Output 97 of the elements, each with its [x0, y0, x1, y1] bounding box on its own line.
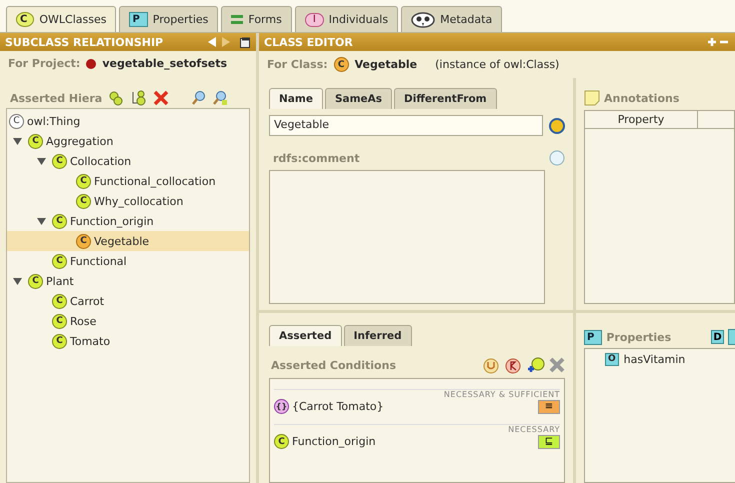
- class-name: Function_origin: [70, 214, 154, 228]
- class-icon: C: [52, 214, 67, 228]
- add-class-icon[interactable]: [527, 356, 545, 374]
- class-icon: C: [52, 154, 67, 168]
- globe-icon[interactable]: [549, 118, 565, 134]
- tree-item[interactable]: C Carrot: [7, 291, 249, 311]
- tab[interactable]: I Individuals: [294, 6, 398, 32]
- section-label: NECESSARY: [274, 424, 560, 434]
- class-icon: C: [28, 134, 43, 148]
- window-icon[interactable]: [240, 36, 251, 48]
- class-name: Plant: [46, 274, 74, 288]
- class-icon: C: [76, 174, 91, 188]
- expand-toggle-icon[interactable]: [13, 136, 25, 146]
- operator-button[interactable]: ≡: [538, 400, 560, 414]
- panel-title: SUBCLASS RELATIONSHIP: [5, 36, 164, 48]
- tree-item[interactable]: C Vegetable: [7, 231, 249, 251]
- comment-field[interactable]: [269, 170, 545, 304]
- class-name: Functional_collocation: [94, 174, 216, 188]
- class-name: owl:Thing: [27, 114, 80, 128]
- expand-toggle-icon[interactable]: [37, 216, 49, 226]
- search-icon[interactable]: [191, 90, 208, 106]
- individual-icon: I: [304, 12, 324, 26]
- tree-item[interactable]: C Rose: [7, 311, 249, 331]
- tab[interactable]: P Properties: [119, 6, 218, 32]
- tree-item[interactable]: C Aggregation: [7, 131, 249, 151]
- tree-item[interactable]: C Function_origin: [7, 211, 249, 231]
- condition-text[interactable]: {Carrot Tomato}: [292, 400, 384, 413]
- class-name: Why_collocation: [94, 194, 184, 208]
- navigation-arrows-icon[interactable]: [208, 37, 232, 47]
- tab[interactable]: Metadata: [401, 6, 502, 32]
- class-icon: C: [76, 234, 91, 248]
- add-remove-icon[interactable]: [708, 37, 730, 47]
- class-name: Carrot: [70, 294, 104, 308]
- properties-title: Properties: [606, 330, 672, 344]
- class-name: Collocation: [70, 154, 132, 168]
- tree-item[interactable]: C Plant: [7, 271, 249, 291]
- class-icon: C: [52, 314, 67, 328]
- class-name: Rose: [70, 314, 96, 328]
- class-icon: C: [52, 294, 67, 308]
- datatype-property-button[interactable]: D: [711, 330, 724, 344]
- expand-toggle-icon[interactable]: [13, 276, 25, 286]
- name-field[interactable]: Vegetable: [269, 115, 543, 136]
- tab[interactable]: Asserted: [269, 325, 342, 346]
- owl-icon: [411, 12, 436, 28]
- add-sibling-icon[interactable]: [130, 90, 148, 106]
- comment-label: rdfs:comment: [273, 152, 360, 164]
- tree-item[interactable]: C Functional: [7, 251, 249, 271]
- class-type: (instance of owl:Class): [435, 58, 560, 71]
- delete-icon[interactable]: [153, 90, 170, 106]
- tree-item[interactable]: C Why_collocation: [7, 191, 249, 211]
- property-tool-button[interactable]: [728, 329, 735, 345]
- tab[interactable]: Name: [269, 88, 323, 109]
- add-restriction-icon[interactable]: [505, 356, 523, 374]
- class-label: For Class:: [267, 58, 328, 71]
- search-icon[interactable]: [212, 90, 228, 106]
- expand-toggle-icon[interactable]: [37, 156, 49, 166]
- class-name: Vegetable: [354, 58, 418, 71]
- project-label: For Project:: [8, 57, 80, 70]
- add-subclass-icon[interactable]: [107, 90, 126, 106]
- delete-icon[interactable]: [549, 357, 565, 373]
- tree-item[interactable]: C Tomato: [7, 331, 249, 351]
- add-union-icon[interactable]: [483, 356, 501, 374]
- class-icon: C: [28, 274, 43, 288]
- class-name: Functional: [70, 254, 127, 268]
- section-label: NECESSARY & SUFFICIENT: [274, 389, 560, 399]
- class-icon: C: [334, 57, 349, 72]
- class-icon: C: [52, 334, 67, 348]
- forms-icon: [231, 14, 244, 25]
- property-name[interactable]: hasVitamin: [624, 353, 686, 366]
- conditions-title: Asserted Conditions: [271, 358, 397, 372]
- property-icon: P: [584, 330, 602, 344]
- condition-icon: C: [274, 434, 289, 449]
- tab[interactable]: Inferred: [344, 325, 412, 346]
- project-name: vegetable_setofsets: [102, 57, 228, 70]
- hierarchy-label: Asserted Hiera: [10, 92, 102, 104]
- class-name: Aggregation: [46, 134, 114, 148]
- tree-item[interactable]: C Functional_collocation: [7, 171, 249, 191]
- tab[interactable]: SameAs: [324, 88, 392, 109]
- object-property-icon: O: [605, 353, 619, 366]
- class-icon: C: [76, 194, 91, 208]
- operator-button[interactable]: ⊑: [538, 434, 560, 448]
- project-icon: [86, 58, 96, 68]
- column-header[interactable]: Property: [585, 111, 698, 129]
- tab[interactable]: DifferentFrom: [394, 88, 497, 109]
- class-name: Vegetable: [94, 234, 150, 248]
- tab[interactable]: C OWLClasses: [6, 6, 116, 32]
- panel-title: CLASS EDITOR: [264, 36, 354, 48]
- tree-item[interactable]: C Collocation: [7, 151, 249, 171]
- class-icon: C: [16, 12, 34, 27]
- tab[interactable]: Forms: [221, 6, 292, 32]
- property-icon: P: [129, 12, 148, 27]
- condition-icon: {}: [274, 399, 289, 414]
- annotations-title: Annotations: [604, 92, 680, 104]
- class-icon: C: [52, 254, 67, 268]
- class-name: Tomato: [70, 334, 110, 348]
- condition-text[interactable]: Function_origin: [292, 435, 376, 448]
- class-icon: C: [9, 114, 24, 128]
